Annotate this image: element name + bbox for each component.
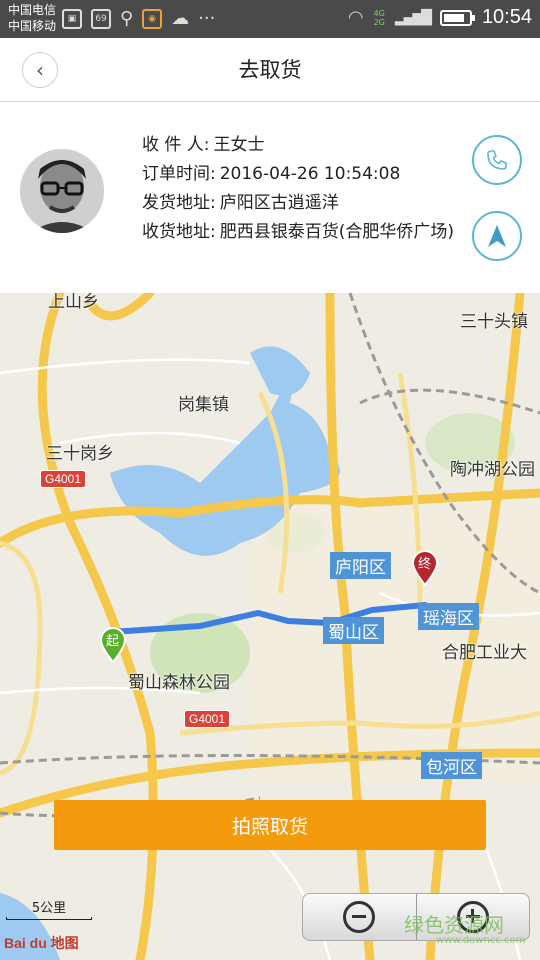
order-details: 收 件 人: 王女士 订单时间: 2016-04-26 10:54:08 发货地… [142,131,472,247]
order-time-row: 订单时间: 2016-04-26 10:54:08 [142,160,472,189]
receive-address-row: 收货地址: 肥西县银泰百货(合肥华侨广场) [142,218,472,247]
phone-icon [487,150,507,170]
place-label: 三十岗乡 [46,444,114,464]
zoom-out-button[interactable] [303,894,416,940]
gallery-icon: ▣ [62,8,82,29]
place-label: 上山乡 [48,293,99,312]
place-label: 合肥工业大 [442,643,527,663]
carrier-1: 中国电信 [8,3,57,17]
more-icon: ··· [198,8,216,29]
order-time-value: 2016-04-26 10:54:08 [219,164,401,184]
app-icon: ◉ [142,8,163,29]
recipient-label: 收 件 人: [142,135,210,155]
carrier-labels: 中国电信 中国移动 [8,2,56,34]
scale-label: 5公里 [31,901,67,916]
start-marker[interactable]: 起 [99,627,127,663]
zoom-out-icon [343,901,376,933]
ship-address-row: 发货地址: 庐阳区古逍遥洋 [142,189,472,218]
end-marker[interactable]: 终 [411,550,439,586]
order-time-label: 订单时间: [142,164,216,184]
page-title: 去取货 [238,58,302,82]
navigate-button[interactable] [472,211,522,261]
highway-shield: G4001 [184,710,231,728]
district-label: 包河区 [421,752,482,779]
place-label: 三十头镇 [460,312,528,332]
receive-address-value: 肥西县银泰百货(合肥华侨广场) [219,222,454,242]
ship-address-label: 发货地址: [142,193,216,213]
highway-shield: G4001 [40,470,87,488]
carrier-2: 中国移动 [8,19,57,33]
net-2: 2G [373,17,385,27]
photo-pickup-button[interactable]: 拍照取货 [54,800,486,850]
scale-bar [6,917,92,920]
net-1: 4G [373,8,385,18]
recipient-row: 收 件 人: 王女士 [142,131,472,160]
route-map[interactable]: 上山乡 三十头镇 岗集镇 三十岗乡 陶冲湖公园 蜀山森林公园 合肥工业大 庐阳区… [0,293,540,960]
battery-icon [439,9,475,26]
network-type: 4G 2G [374,9,385,27]
status-bar: 中国电信 中国移动 ▣ 69 ⚲ ◉ ☁ ··· ◠ 4G 2G ▂▄▆█ 10… [0,0,540,38]
location-icon: ⚲ [120,8,134,29]
recipient-value: 王女士 [213,135,265,155]
baidu-logo: Bai du 地图 [4,935,79,951]
avatar [20,149,104,233]
district-label: 蜀山区 [323,617,384,644]
watermark-url: www.downcc.com [436,935,526,946]
order-info-card: 收 件 人: 王女士 订单时间: 2016-04-26 10:54:08 发货地… [0,103,540,293]
title-bar: ‹ 去取货 [0,38,540,102]
district-label: 庐阳区 [330,552,391,579]
notification-icons: ▣ 69 ⚲ ◉ ☁ ··· [62,8,215,29]
clock: 10:54 [481,6,532,28]
wifi-icon: ◠ [347,7,364,28]
call-button[interactable] [472,135,522,185]
end-marker-label: 终 [418,557,432,572]
start-marker-label: 起 [106,634,120,649]
badge-icon: 69 [91,8,111,29]
ship-address-value: 庐阳区古逍遥洋 [219,193,339,213]
place-label: 岗集镇 [178,395,229,415]
district-label: 瑶海区 [418,603,479,630]
place-label: 蜀山森林公园 [128,673,230,693]
weather-icon: ☁ [171,8,190,29]
avatar-photo [20,149,104,233]
place-label: 陶冲湖公园 [450,460,535,480]
signal-icon: ▂▄▆█ [394,9,432,26]
navigation-arrow-icon [488,225,506,247]
system-status: ◠ 4G 2G ▂▄▆█ 10:54 [348,6,532,29]
watermark: 绿色资源网 [404,913,504,937]
receive-address-label: 收货地址: [142,222,216,242]
